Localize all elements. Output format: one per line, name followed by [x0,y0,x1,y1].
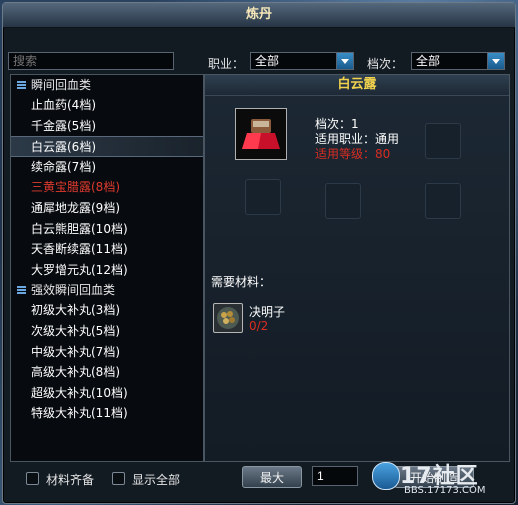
category-strong-instant-heal[interactable]: 强效瞬间回血类 [11,280,203,300]
list-item[interactable]: 超级大补丸(10档) [11,383,203,404]
materials-ready-label: 材料齐备 [46,473,95,487]
job-select-value: 全部 [255,54,280,68]
chevron-down-icon[interactable] [487,53,504,69]
seed-icon [217,307,239,329]
chevron-down-icon[interactable] [336,53,353,69]
job-select[interactable]: 全部 [250,52,354,70]
list-item[interactable]: 止血药(4档) [11,95,203,116]
list-options: 材料齐备 显示全部 [10,462,202,494]
max-button[interactable]: 最大 [242,466,302,488]
list-item[interactable]: 通犀地龙露(9档) [11,198,203,219]
search-input[interactable] [8,52,174,70]
list-item[interactable]: 千金露(5档) [11,116,203,137]
potion-icon [236,109,286,159]
grade-select-value: 全部 [416,54,441,68]
faded-skill-icon [425,123,461,159]
category-label: 瞬间回血类 [31,78,92,92]
item-name: 白云露 [205,75,509,96]
show-all-label: 显示全部 [132,473,181,487]
job-label: 职业： [208,57,245,71]
site-logo-icon [372,462,400,490]
watermark-url: BBS.17173.COM [404,485,486,496]
category-label: 强效瞬间回血类 [31,283,116,298]
list-item-selected[interactable]: 白云露(6档) [11,136,203,157]
item-level: 适用等级：80 [315,147,391,161]
material-name: 决明子 [249,305,286,319]
recipe-list: 瞬间回血类 止血药(4档) 千金露(5档) 白云露(6档) 续命露(7档) 三黄… [10,74,204,462]
required-materials-label: 需要材料： [211,275,272,289]
materials-ready-checkbox[interactable] [26,472,39,485]
list-item[interactable]: 天香断续露(11档) [11,239,203,260]
quantity-input[interactable] [312,466,358,486]
show-all-checkbox[interactable] [112,472,125,485]
list-item[interactable]: 高级大补丸(8档) [11,362,203,383]
list-item[interactable]: 大罗增元丸(12档) [11,260,203,281]
list-item[interactable]: 续命露(7档) [11,157,203,178]
collapse-icon[interactable] [17,286,26,295]
collapse-icon[interactable] [17,81,26,89]
item-slot[interactable] [235,108,287,160]
list-item[interactable]: 中级大补丸(7档) [11,342,203,363]
grade-label: 档次： [367,57,404,71]
faded-skill-icon [245,179,281,215]
material-count: 0/2 [249,319,269,333]
category-instant-heal[interactable]: 瞬间回血类 [11,75,203,95]
recipe-detail: 白云露 档次：1 适用职业：通用 适用等级：80 需要材料： 决明子 0/2 [204,74,510,462]
list-item[interactable]: 初级大补丸(3档) [11,300,203,321]
faded-skill-icon [325,183,361,219]
faded-skill-icon [425,183,461,219]
list-item[interactable]: 特级大补丸(11档) [11,403,203,424]
material-slot[interactable] [213,303,243,333]
list-item[interactable]: 白云熊胆露(10档) [11,219,203,240]
grade-select[interactable]: 全部 [411,52,505,70]
list-item[interactable]: 三黄宝腊露(8档) [11,177,203,198]
site-watermark: 17社区 BBS.17173.COM [372,458,512,500]
list-item[interactable]: 次级大补丸(5档) [11,321,203,342]
